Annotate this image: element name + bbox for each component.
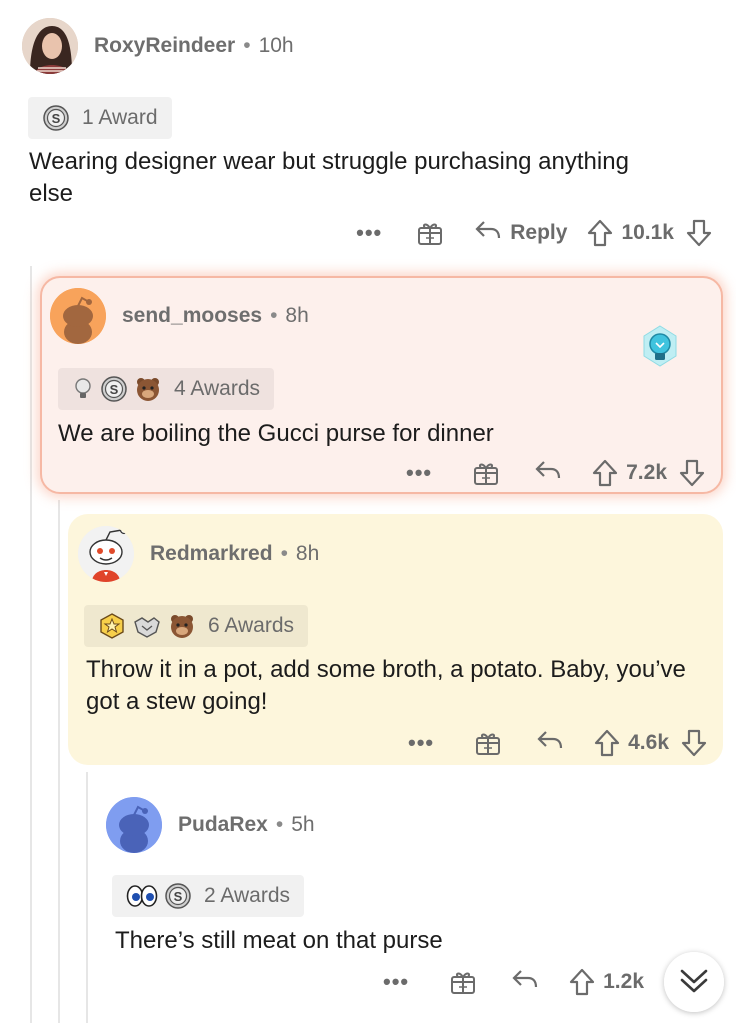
reply-arrow-icon [536,728,564,757]
action-bar: ••• 7.2k [380,458,705,487]
vote-score: 1.2k [603,969,644,993]
timestamp: 5h [291,813,315,836]
bulb-award-icon[interactable] [640,324,680,375]
gift-icon[interactable] [472,459,500,487]
chevron-double-down-icon [677,963,711,1002]
action-bar: ••• Reply 10.1k [330,218,712,247]
awards-label: 1 Award [82,106,158,129]
more-options-button[interactable]: ••• [408,730,434,756]
upvote-button[interactable] [594,729,620,757]
gift-icon[interactable] [449,968,477,996]
awards-label: 2 Awards [204,884,290,907]
comment-thread: RoxyReindeer • 10h S 1 Award Wearing des… [0,0,736,1023]
star-award-icon [98,612,126,640]
action-bar: ••• 4.6k [382,728,707,757]
thread-rail[interactable] [58,500,60,1023]
reply-button[interactable] [534,458,562,487]
awards-pill[interactable]: S 4 Awards [58,368,274,410]
gift-icon[interactable] [474,729,502,757]
separator-dot: • [280,542,288,565]
upvote-button[interactable] [569,968,595,996]
svg-text:S: S [110,382,119,397]
reply-arrow-icon [511,967,539,996]
more-options-button[interactable]: ••• [383,969,409,995]
username[interactable]: PudaRex [178,813,268,837]
separator-dot: • [270,304,278,327]
silver-award-icon: S [164,882,192,910]
upvote-button[interactable] [592,459,618,487]
awards-pill[interactable]: S 1 Award [28,97,172,139]
comment-body: There’s still meat on that purse [115,927,443,954]
avatar[interactable] [78,526,134,582]
reply-label: Reply [510,220,568,244]
next-comment-button[interactable] [664,952,724,1012]
comment-header: Redmarkred • 8h [78,526,319,582]
comment-header: send_mooses • 8h [50,288,309,344]
awards-pill[interactable]: 6 Awards [84,605,308,647]
reply-button[interactable] [511,967,539,996]
svg-text:S: S [52,111,61,126]
vote-score: 4.6k [628,730,669,754]
bear-award-icon [168,612,196,640]
more-options-button[interactable]: ••• [406,460,432,486]
username[interactable]: send_mooses [122,304,262,328]
vote-score: 10.1k [621,220,674,244]
username[interactable]: RoxyReindeer [94,34,235,58]
avatar[interactable] [106,797,162,853]
reply-button[interactable]: Reply [474,218,567,247]
comment-send-mooses: send_mooses • 8h S 4 Awards We are boili… [40,276,723,494]
downvote-button[interactable] [686,219,712,247]
separator-dot: • [275,813,284,836]
downvote-button[interactable] [681,729,707,757]
reply-arrow-icon [534,458,562,487]
reply-arrow-icon [474,218,502,247]
comment-roxyreindeer: RoxyReindeer • 10h S 1 Award Wearing des… [0,0,736,262]
avatar[interactable] [22,18,78,74]
svg-text:S: S [174,889,183,904]
timestamp: 10h [258,34,294,57]
comment-body: We are boiling the Gucci purse for dinne… [58,420,494,447]
bulb-award-icon [72,376,94,402]
eyes-award-icon [126,883,158,909]
handshake-award-icon [132,612,162,640]
gift-icon[interactable] [416,219,444,247]
silver-award-icon: S [42,104,70,132]
upvote-button[interactable] [587,219,613,247]
awards-pill[interactable]: S 2 Awards [112,875,304,917]
awards-label: 4 Awards [174,377,260,400]
timestamp: 8h [285,304,309,327]
downvote-button[interactable] [679,459,705,487]
silver-award-icon: S [100,375,128,403]
separator-dot: • [243,34,251,57]
timestamp: 8h [295,542,320,565]
vote-score: 7.2k [626,460,667,484]
bear-award-icon [134,375,162,403]
avatar[interactable] [50,288,106,344]
comment-body: Throw it in a pot, add some broth, a pot… [86,656,686,715]
comment-body: Wearing designer wear but struggle purch… [29,148,629,207]
reply-button[interactable] [536,728,564,757]
username[interactable]: Redmarkred [150,542,273,566]
comment-header: RoxyReindeer • 10h [22,18,294,74]
comment-pudarex: PudaRex • 5h S 2 Awards There’s still me… [88,780,736,1023]
thread-rail[interactable] [30,266,32,1023]
comment-header: PudaRex • 5h [106,797,315,853]
comment-redmarkred: Redmarkred • 8h 6 Awards Throw it in a p… [68,514,723,765]
more-options-button[interactable]: ••• [356,220,382,246]
awards-label: 6 Awards [208,614,294,637]
action-bar: ••• 1.2k [357,967,652,996]
